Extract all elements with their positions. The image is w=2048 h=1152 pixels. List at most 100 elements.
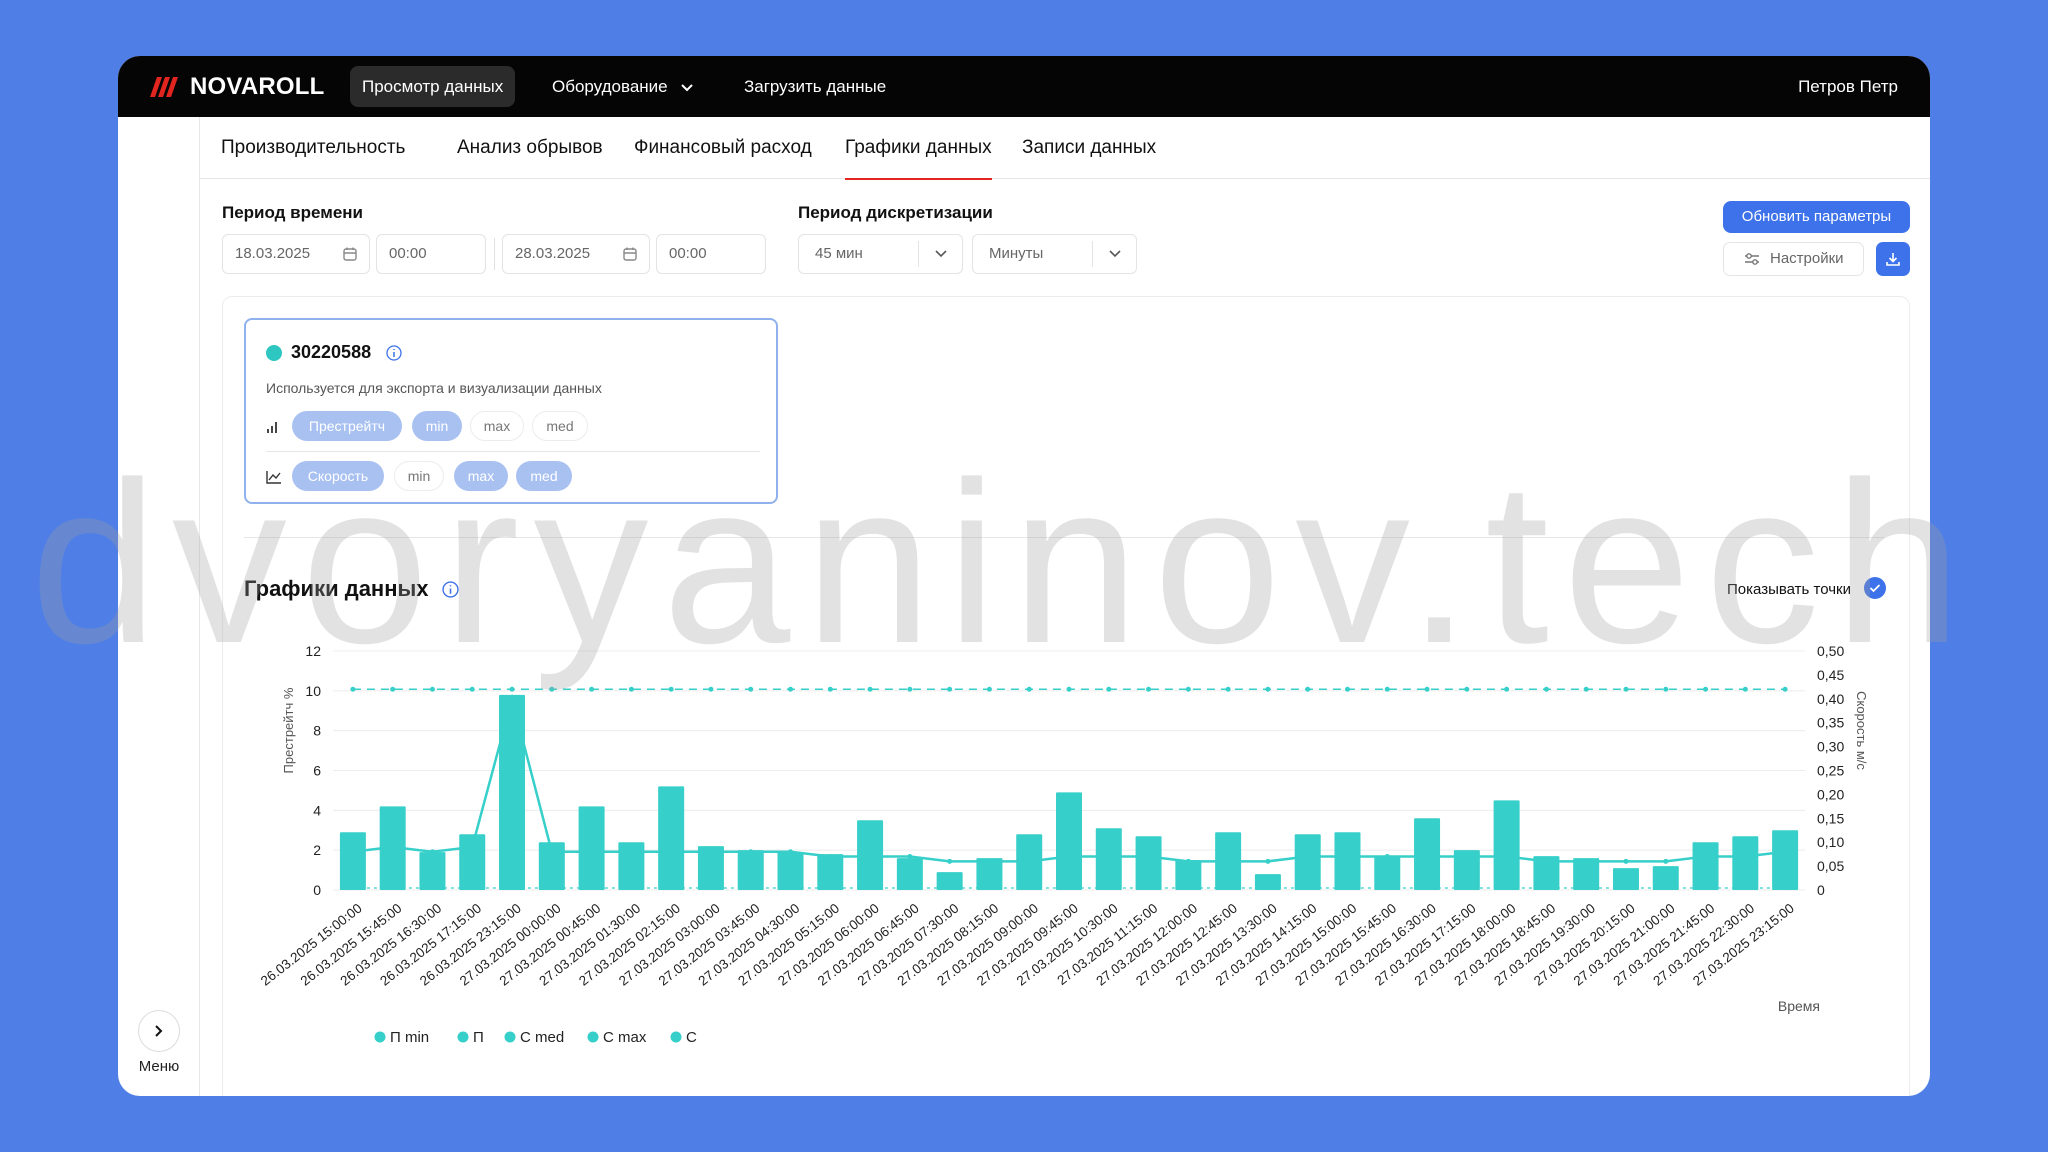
point-s-med (827, 854, 833, 860)
y-right-tick-label: 0,40 (1817, 691, 1844, 707)
app-window: NOVAROLL Просмотр данных Оборудование За… (118, 56, 1930, 1096)
y-tick-label: 4 (313, 802, 321, 818)
legend-marker (670, 1031, 682, 1043)
point-s-max (788, 686, 794, 692)
y-tick-label: 0 (313, 882, 321, 898)
x-axis-title: Время (1778, 998, 1820, 1014)
point-s-med (1305, 854, 1311, 860)
point-s-med (1583, 858, 1589, 864)
point-s-med (1344, 854, 1350, 860)
bar (1612, 868, 1639, 890)
bar (1652, 866, 1679, 890)
point-s-med (509, 696, 515, 702)
point-s-med (1225, 858, 1231, 864)
bar (1692, 842, 1719, 890)
point-s-med (429, 849, 435, 855)
y-right-tick-label: 0,10 (1817, 834, 1844, 850)
point-s-med (1146, 854, 1152, 860)
point-s-med (1026, 858, 1032, 864)
point-s-max (708, 686, 714, 692)
point-s-max (748, 686, 754, 692)
y-right-tick-label: 0 (1817, 882, 1825, 898)
point-s-med (1185, 858, 1191, 864)
bar (1095, 828, 1122, 890)
point-s-med (1265, 858, 1271, 864)
bar (578, 806, 605, 890)
point-s-med (1623, 858, 1629, 864)
bar (1334, 832, 1361, 890)
point-s-max (469, 686, 475, 692)
point-s-max (1663, 686, 1669, 692)
point-s-med (1106, 854, 1112, 860)
data-chart: 0 2 4 6 8 10 12 0 0,05 0,10 0,15 0,20 0,25 0,30 0,35 0,… (258, 643, 1869, 1046)
point-s-med (867, 854, 873, 860)
point-s-max (947, 686, 953, 692)
point-s-med (1504, 854, 1510, 860)
y-right-tick-label: 0,50 (1817, 643, 1844, 659)
point-s-med (1066, 854, 1072, 860)
point-s-max (1583, 686, 1589, 692)
y-tick-label: 8 (313, 723, 321, 739)
point-s-max (1623, 686, 1629, 692)
bar (1056, 792, 1082, 890)
point-s-max (827, 686, 833, 692)
point-s-med (350, 849, 356, 855)
bar (1175, 860, 1202, 890)
y-right-axis-title: Скорость м/с (1854, 691, 1869, 770)
legend-marker (504, 1031, 516, 1043)
point-s-max (509, 686, 515, 692)
bar (936, 872, 963, 890)
point-s-max (1703, 686, 1709, 692)
bar (1135, 836, 1162, 890)
y-right-tick-label: 0,05 (1817, 858, 1844, 874)
point-s-med (628, 849, 634, 855)
point-s-med (1782, 849, 1788, 855)
point-s-max (628, 686, 634, 692)
y-tick-label: 10 (305, 683, 321, 699)
point-s-med (589, 849, 595, 855)
point-s-med (986, 858, 992, 864)
point-s-max (907, 686, 913, 692)
point-s-max (1344, 686, 1350, 692)
legend-marker (374, 1031, 386, 1043)
point-s-max (429, 686, 435, 692)
bar (1732, 836, 1759, 890)
bar (1772, 830, 1799, 890)
point-s-max (986, 686, 992, 692)
y-tick-label: 2 (313, 842, 321, 858)
point-s-max (589, 686, 595, 692)
point-s-med (668, 849, 674, 855)
bar (1294, 834, 1321, 890)
y-axis-title: Престрейтч % (281, 687, 296, 773)
bar (419, 852, 446, 890)
y-tick-label: 12 (305, 643, 321, 659)
point-s-max (1305, 686, 1311, 692)
y-right-tick-label: 0,30 (1817, 739, 1844, 755)
y-right-tick-label: 0,45 (1817, 667, 1844, 683)
point-s-med (748, 849, 754, 855)
point-s-med (1464, 854, 1470, 860)
legend-label: П min (390, 1029, 429, 1046)
point-s-max (867, 686, 873, 692)
point-s-max (1464, 686, 1470, 692)
legend-marker (457, 1031, 469, 1043)
bar (777, 852, 804, 890)
point-s-max (1146, 686, 1152, 692)
y-right-tick-label: 0,20 (1817, 786, 1844, 802)
point-s-max (1026, 686, 1032, 692)
point-s-max (1782, 686, 1788, 692)
legend-label: С (686, 1029, 697, 1046)
bar (339, 832, 366, 890)
point-s-max (1106, 686, 1112, 692)
bar (1374, 856, 1401, 890)
point-s-med (907, 854, 913, 860)
point-s-max (668, 686, 674, 692)
point-s-max (1424, 686, 1430, 692)
point-s-med (1742, 854, 1748, 860)
point-s-max (1543, 686, 1549, 692)
point-s-max (390, 686, 396, 692)
y-right-tick-label: 0,25 (1817, 763, 1844, 779)
point-s-max (1384, 686, 1390, 692)
legend-label: П (473, 1029, 484, 1046)
point-s-med (1384, 854, 1390, 860)
